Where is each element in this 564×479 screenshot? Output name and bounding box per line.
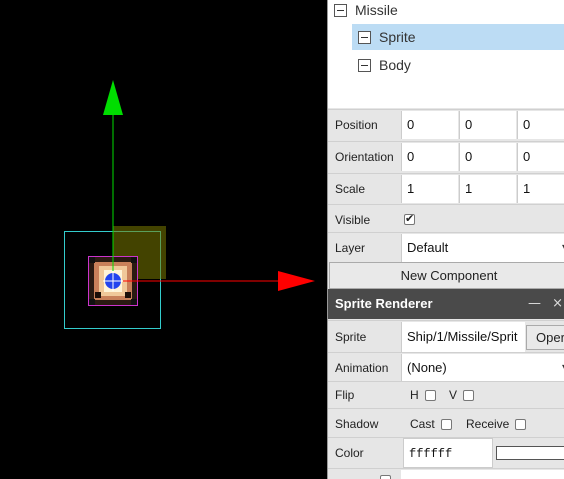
tree-item-label: Missile — [355, 2, 398, 18]
position-y-field[interactable]: 0 — [459, 111, 516, 139]
layer-label: Layer — [335, 241, 366, 255]
visible-row: Visible — [328, 204, 564, 233]
flip-h-option[interactable]: H — [410, 382, 436, 409]
open-sprite-button[interactable]: Oper — [526, 325, 564, 350]
orientation-y-field[interactable]: 0 — [459, 143, 516, 171]
sprite-renderer-header[interactable]: Sprite Renderer — × — [328, 289, 564, 319]
scale-x-field[interactable]: 1 — [401, 175, 458, 203]
color-row: Color ffffff — [328, 437, 564, 469]
scale-row: Scale 1 1 1 — [328, 173, 564, 204]
shadow-cast-checkbox[interactable] — [440, 419, 452, 431]
shadow-row: Shadow Cast Receive — [328, 408, 564, 438]
position-x-field[interactable]: 0 — [401, 111, 458, 139]
flip-label: Flip — [335, 388, 355, 402]
animation-select[interactable]: (None) ▾ — [401, 354, 564, 382]
flip-v-option[interactable]: V — [449, 382, 475, 409]
shadow-label: Shadow — [335, 417, 379, 431]
flip-v-label: V — [449, 388, 458, 402]
flip-h-checkbox[interactable] — [424, 390, 436, 402]
visible-checkbox[interactable] — [404, 212, 415, 225]
flip-row: Flip H V — [328, 381, 564, 409]
sprite-row: Sprite Ship/1/Missile/Sprit Oper — [328, 320, 564, 353]
layer-value: Default — [407, 240, 449, 255]
scale-z-field[interactable]: 1 — [517, 175, 564, 203]
partial-checkbox[interactable] — [380, 475, 391, 479]
tree-item-body[interactable]: Body — [358, 52, 558, 78]
shadow-receive-label: Receive — [466, 417, 510, 431]
section-title: Sprite Renderer — [335, 296, 433, 311]
inspector-panel: Missile Sprite Body Position 0 0 0 Orien… — [327, 0, 564, 479]
orientation-z-field[interactable]: 0 — [517, 143, 564, 171]
animation-value: (None) — [407, 360, 447, 375]
shadow-receive-checkbox[interactable] — [515, 419, 527, 431]
orientation-x-field[interactable]: 0 — [401, 143, 458, 171]
x-axis-arrow[interactable] — [278, 271, 315, 291]
collapse-icon[interactable] — [334, 3, 347, 17]
partial-field — [401, 470, 564, 479]
shadow-cast-option[interactable]: Cast — [410, 409, 452, 439]
collapse-icon[interactable] — [358, 58, 371, 72]
scale-label: Scale — [335, 182, 366, 196]
hierarchy-tree: Missile Sprite Body — [328, 0, 564, 108]
layer-select[interactable]: Default ▾ — [401, 234, 564, 262]
position-row: Position 0 0 0 — [328, 109, 564, 140]
scale-y-field[interactable]: 1 — [459, 175, 516, 203]
flip-h-label: H — [410, 388, 419, 402]
visible-label: Visible — [335, 213, 371, 227]
shadow-cast-label: Cast — [410, 417, 435, 431]
sprite-path-field[interactable]: Ship/1/Missile/Sprit — [401, 322, 525, 352]
minimize-icon[interactable]: — — [528, 289, 541, 319]
color-swatch[interactable] — [496, 446, 564, 460]
tree-item-missile[interactable]: Missile — [334, 0, 562, 23]
animation-label: Animation — [335, 361, 389, 375]
collapse-icon[interactable] — [358, 30, 371, 44]
orientation-row: Orientation 0 0 0 — [328, 141, 564, 172]
color-hex-field[interactable]: ffffff — [403, 438, 493, 468]
animation-row: Animation (None) ▾ — [328, 352, 564, 382]
flip-v-checkbox[interactable] — [463, 390, 475, 402]
shadow-receive-option[interactable]: Receive — [466, 409, 527, 439]
tree-item-label: Sprite — [379, 29, 416, 45]
new-component-button[interactable]: New Component — [329, 262, 564, 289]
sprite-label: Sprite — [335, 330, 367, 344]
tree-item-label: Body — [379, 57, 411, 73]
scene-canvas[interactable] — [0, 0, 327, 479]
position-label: Position — [335, 118, 378, 132]
next-row-partial — [328, 468, 564, 479]
orientation-label: Orientation — [335, 150, 394, 164]
y-axis-arrow[interactable] — [103, 80, 123, 115]
layer-row: Layer Default ▾ — [328, 232, 564, 262]
color-label: Color — [335, 446, 364, 460]
tree-item-sprite[interactable]: Sprite — [352, 24, 564, 50]
position-z-field[interactable]: 0 — [517, 111, 564, 139]
close-icon[interactable]: × — [552, 289, 563, 319]
scene-viewport[interactable] — [0, 0, 327, 479]
